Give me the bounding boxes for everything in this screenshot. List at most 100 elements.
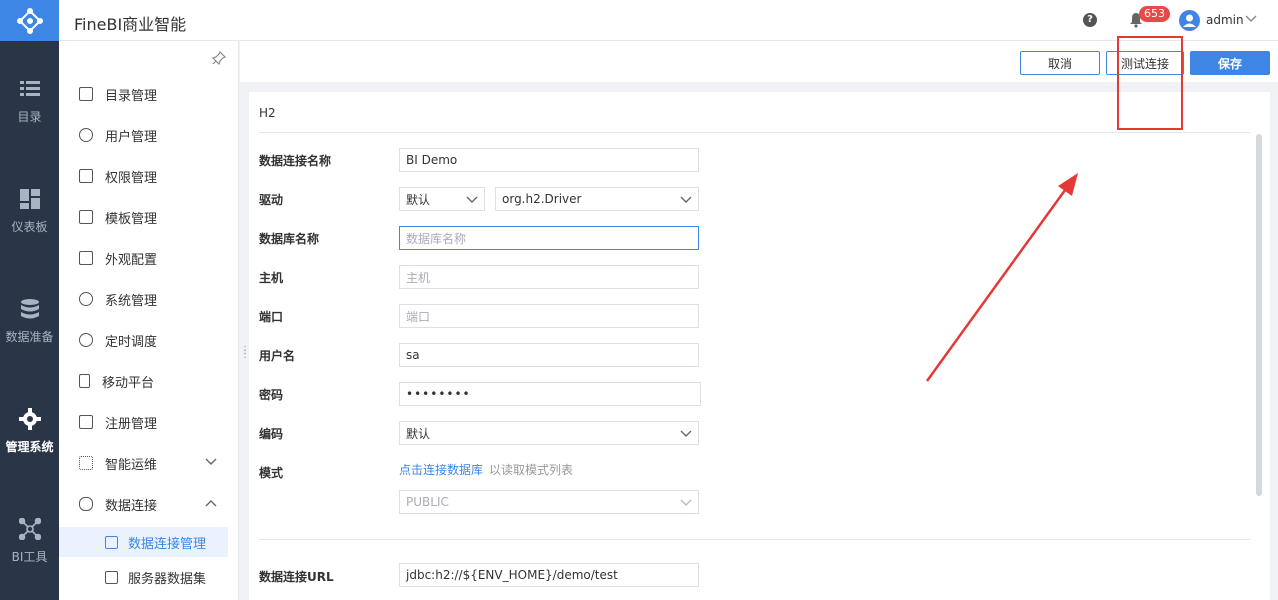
sidebar-item-label: 权限管理: [105, 170, 158, 186]
sidebar-item-ops[interactable]: 智能运维: [59, 448, 239, 478]
sidebar-item-appearance[interactable]: 外观配置: [59, 243, 239, 273]
sidebar-item-permissions[interactable]: 权限管理: [59, 161, 239, 191]
network-icon: [18, 518, 41, 540]
sidebar-item-label: 移动平台: [102, 375, 155, 391]
rail-item-admin[interactable]: 管理系统: [0, 408, 59, 455]
divider: [259, 539, 1250, 540]
sidebar-item-mobile[interactable]: 移动平台: [59, 366, 239, 396]
password-input[interactable]: ••••••••: [399, 382, 701, 406]
host-input[interactable]: 主机: [399, 265, 699, 289]
template-icon: [79, 210, 93, 224]
connect-database-link[interactable]: 点击连接数据库: [399, 461, 483, 478]
dashboard-icon: [19, 189, 40, 209]
app-title: FineBI商业智能: [74, 15, 187, 34]
help-icon[interactable]: ?: [1083, 13, 1097, 27]
select-value: 默认: [406, 426, 431, 441]
field-label: 端口: [259, 310, 284, 324]
app-rail: 目录 仪表板 数据准备 管理系统 BI工具: [0, 0, 59, 600]
sidebar-item-label: 注册管理: [105, 416, 158, 432]
ops-icon: [79, 456, 93, 470]
select-value: 默认: [406, 192, 431, 207]
field-label: 编码: [259, 427, 284, 441]
select-value: PUBLIC: [406, 495, 449, 509]
sidebar-item-label: 系统管理: [105, 293, 158, 309]
port-input[interactable]: 端口: [399, 304, 699, 328]
chevron-down-icon: [466, 196, 478, 203]
field-label: 数据连接URL: [259, 570, 334, 584]
sidebar-subitem-connection-manage[interactable]: 数据连接管理: [59, 527, 228, 557]
chevron-down-icon: [680, 499, 692, 506]
db-type-label: H2: [259, 106, 276, 120]
divider: [259, 132, 1250, 133]
dataset-icon: [105, 570, 118, 584]
sidebar-subitem-server-dataset[interactable]: 服务器数据集: [59, 562, 228, 592]
sidebar-subitem-label: 数据连接管理: [128, 536, 207, 552]
driver-class-select[interactable]: org.h2.Driver: [495, 187, 699, 211]
connection-form: H2 数据连接名称 BI Demo 驱动 默认 org.h2.Driver 数据…: [249, 92, 1270, 600]
select-value: org.h2.Driver: [502, 192, 582, 206]
rail-item-catalog[interactable]: 目录: [0, 78, 59, 125]
connection-icon: [105, 535, 118, 549]
logo-icon: [16, 7, 43, 34]
app-logo[interactable]: [0, 0, 59, 41]
rail-label: 管理系统: [5, 440, 54, 454]
catalog-icon: [79, 87, 93, 101]
paint-roller-icon: [79, 251, 93, 265]
chevron-down-icon: [680, 196, 692, 203]
lock-icon: [79, 169, 93, 183]
username-input[interactable]: sa: [399, 343, 699, 367]
chevron-down-icon: [680, 430, 692, 437]
sidebar-subitem-label: 服务器数据集: [128, 571, 207, 587]
settings-icon: [79, 292, 93, 306]
sidebar-item-label: 定时调度: [105, 334, 158, 350]
rail-label: BI工具: [11, 550, 48, 564]
rail-item-bi-tools[interactable]: BI工具: [0, 518, 59, 565]
encoding-select[interactable]: 默认: [399, 421, 699, 445]
user-icon: [1183, 14, 1196, 27]
sidebar-item-label: 目录管理: [105, 88, 158, 104]
username[interactable]: admin: [1206, 13, 1244, 27]
field-label: 主机: [259, 271, 284, 285]
rail-item-dashboard[interactable]: 仪表板: [0, 188, 59, 235]
rail-label: 数据准备: [5, 330, 54, 344]
driver-mode-select[interactable]: 默认: [399, 187, 485, 211]
connection-name-input[interactable]: BI Demo: [399, 148, 699, 172]
database-name-input[interactable]: 数据库名称: [399, 226, 699, 250]
field-label: 数据连接名称: [259, 154, 332, 168]
sidebar-item-users[interactable]: 用户管理: [59, 120, 239, 150]
scrollbar[interactable]: [1256, 134, 1262, 496]
pin-icon[interactable]: [212, 51, 226, 65]
field-label: 模式: [259, 466, 284, 480]
paperclip-icon: [79, 497, 93, 511]
annotation-highlight-box: [1117, 36, 1183, 130]
chevron-up-icon: [205, 500, 217, 507]
admin-sidebar: 目录管理 用户管理 权限管理 模板管理 外观配置 系统管理 定时调度 移动平台 …: [59, 41, 250, 600]
sidebar-item-templates[interactable]: 模板管理: [59, 202, 239, 232]
field-label: 驱动: [259, 193, 284, 207]
clock-icon: [79, 333, 93, 347]
register-icon: [79, 415, 93, 429]
connection-url-input[interactable]: jdbc:h2://${ENV_HOME}/demo/test: [399, 563, 699, 587]
sidebar-item-registration[interactable]: 注册管理: [59, 407, 239, 437]
avatar[interactable]: [1179, 10, 1200, 31]
gear-icon: [18, 408, 41, 430]
sidebar-item-label: 模板管理: [105, 211, 158, 227]
user-icon: [79, 128, 93, 142]
schema-hint: 以读取模式列表: [489, 463, 574, 477]
sidebar-item-schedule[interactable]: 定时调度: [59, 325, 239, 355]
sidebar-item-label: 数据连接: [105, 498, 158, 514]
sidebar-item-catalog[interactable]: 目录管理: [59, 79, 239, 109]
chevron-down-icon[interactable]: [1245, 14, 1257, 24]
sidebar-item-label: 用户管理: [105, 129, 158, 145]
rail-label: 目录: [17, 110, 42, 124]
field-label: 数据库名称: [259, 232, 320, 246]
list-icon: [19, 81, 40, 96]
mobile-icon: [79, 374, 90, 388]
sidebar-item-system[interactable]: 系统管理: [59, 284, 239, 314]
rail-item-data-prep[interactable]: 数据准备: [0, 298, 59, 345]
sidebar-item-data-connection[interactable]: 数据连接: [59, 489, 239, 519]
field-label: 密码: [259, 388, 284, 402]
save-button[interactable]: 保存: [1190, 51, 1270, 75]
cancel-button[interactable]: 取消: [1020, 51, 1100, 75]
schema-select[interactable]: PUBLIC: [399, 490, 699, 514]
